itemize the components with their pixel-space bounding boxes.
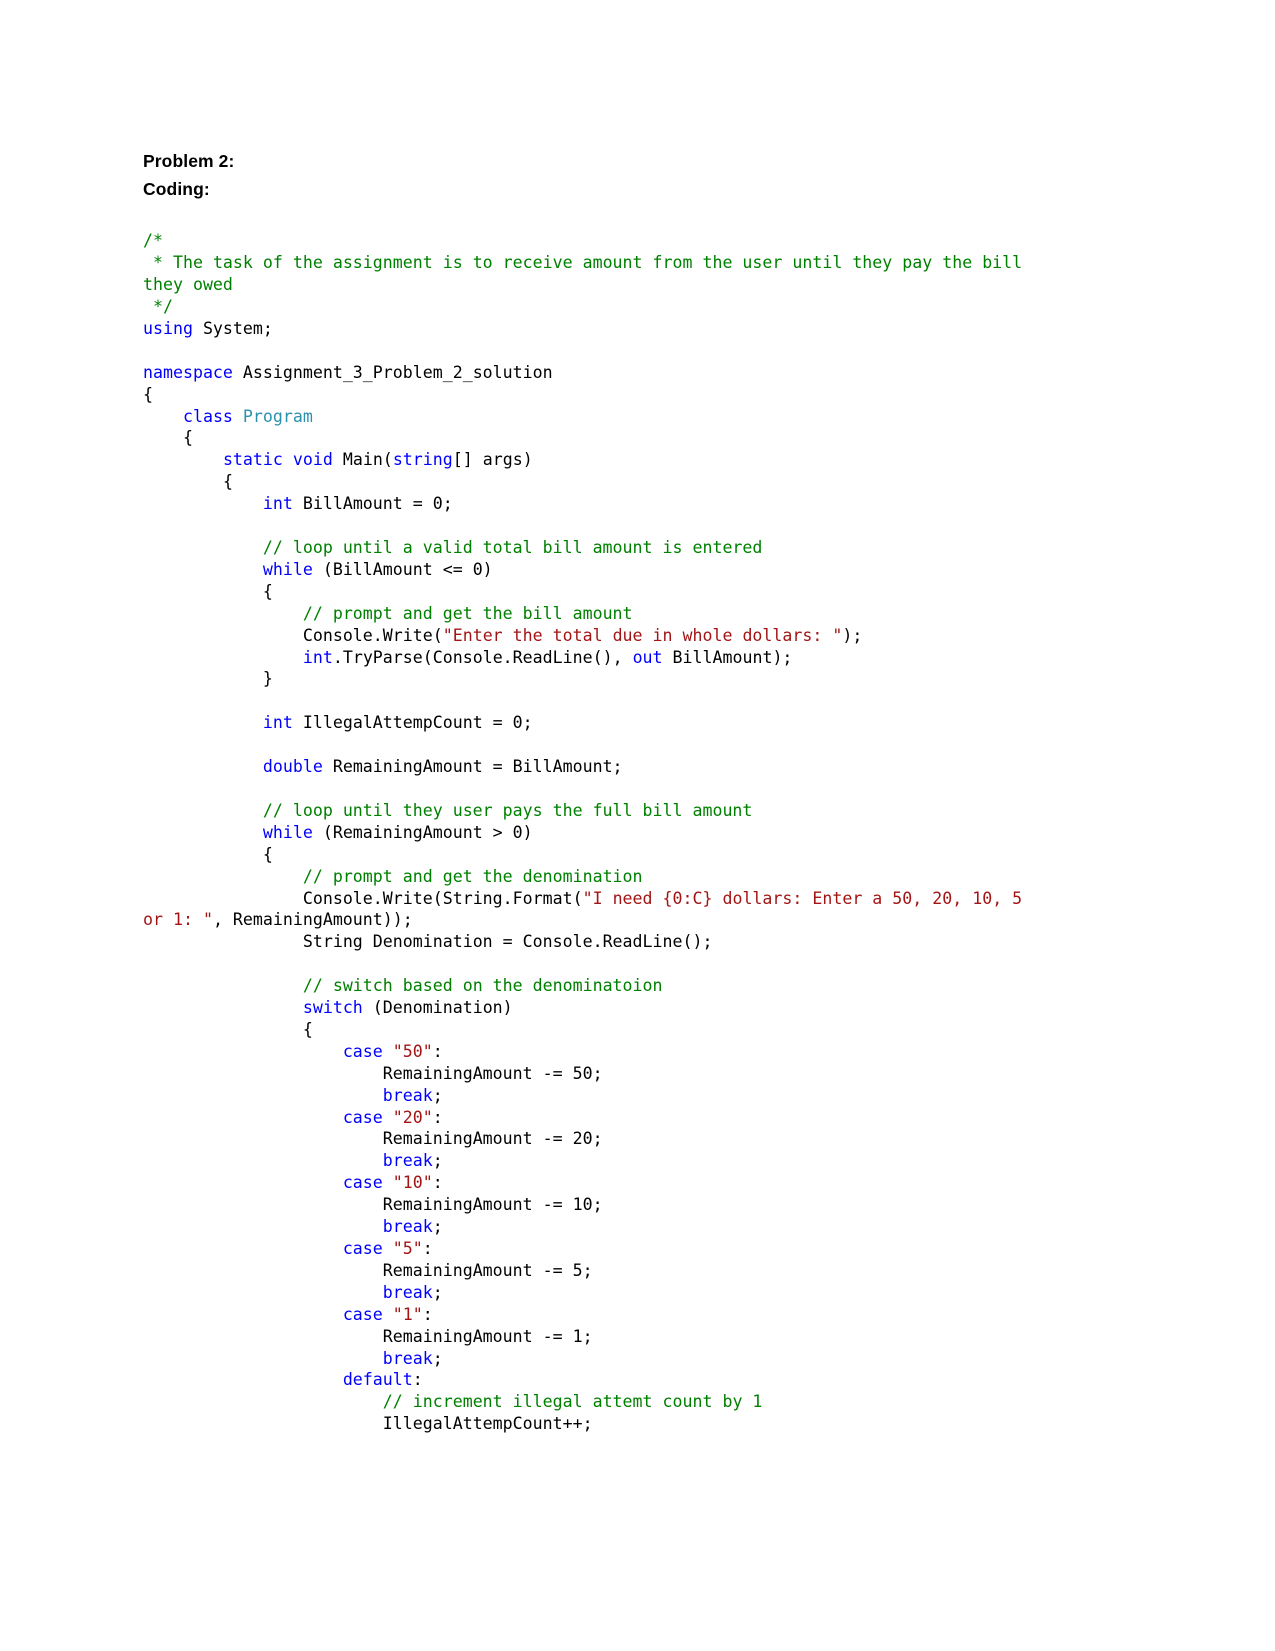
code-line: */ [143, 297, 173, 317]
code-line: { [143, 384, 153, 404]
code-line: break; [382, 1348, 443, 1368]
code-line: break; [382, 1282, 443, 1302]
code-line: case "5": [342, 1239, 433, 1258]
code-line: { [143, 1019, 313, 1039]
code-line: // loop until they user pays the full bi… [262, 800, 753, 820]
code-line: } [143, 669, 273, 689]
code-line: // increment illegal attemt count by 1 [382, 1392, 763, 1412]
code-line: int BillAmount = 0; [262, 494, 453, 514]
code-line: while (BillAmount <= 0) [262, 559, 493, 579]
code-line: Console.Write("Enter the total due in wh… [143, 625, 863, 645]
code-line: namespace Assignment_3_Problem_2_solutio… [143, 362, 553, 382]
code-line: String Denomination = Console.ReadLine()… [143, 932, 713, 952]
code-line: int IllegalAttempCount = 0; [262, 713, 533, 733]
code-line: switch (Denomination) [302, 998, 513, 1018]
code-line: /* [143, 231, 163, 251]
code-line: static void Main(string[] args) [222, 450, 533, 470]
code-line: RemainingAmount -= 5; [143, 1260, 593, 1280]
code-line: * The task of the assignment is to recei… [143, 253, 1033, 295]
code-line: case "1": [342, 1304, 433, 1324]
code-line: case "20": [342, 1107, 443, 1127]
code-line: { [143, 844, 273, 864]
code-line: { [143, 581, 273, 601]
code-line: // prompt and get the denomination [302, 866, 643, 886]
code-listing: /* * The task of the assignment is to re… [143, 208, 1048, 1479]
code-line: RemainingAmount -= 50; [143, 1063, 603, 1083]
code-line: int.TryParse(Console.ReadLine(), out Bil… [302, 647, 793, 667]
code-line: // loop until a valid total bill amount … [262, 538, 763, 557]
code-line: using System; [143, 318, 273, 338]
code-line: RemainingAmount -= 20; [143, 1129, 603, 1149]
code-line: { [143, 428, 193, 448]
document-page: Problem 2: Coding: /* * The task of the … [0, 0, 1275, 1651]
code-line: IllegalAttempCount++; [143, 1414, 593, 1434]
code-line: Console.Write(String.Format("I need {0:C… [143, 888, 1033, 930]
page-title-problem: Problem 2: [143, 151, 235, 171]
code-line: double RemainingAmount = BillAmount; [262, 757, 623, 777]
code-line: { [143, 472, 233, 492]
code-line: default: [342, 1370, 423, 1390]
code-line: // prompt and get the bill amount [302, 603, 633, 623]
code-line: break; [382, 1085, 443, 1105]
code-line: break; [382, 1151, 443, 1171]
page-title-coding: Coding: [143, 179, 210, 200]
code-line: break; [382, 1217, 443, 1237]
code-line: case "10": [342, 1173, 443, 1193]
code-line: RemainingAmount -= 10; [143, 1195, 603, 1215]
code-line: RemainingAmount -= 1; [143, 1326, 593, 1346]
code-line: // switch based on the denominatoion [302, 976, 663, 996]
code-line: while (RemainingAmount > 0) [262, 822, 533, 842]
code-line: class Program [182, 406, 313, 426]
code-line: case "50": [342, 1041, 443, 1061]
